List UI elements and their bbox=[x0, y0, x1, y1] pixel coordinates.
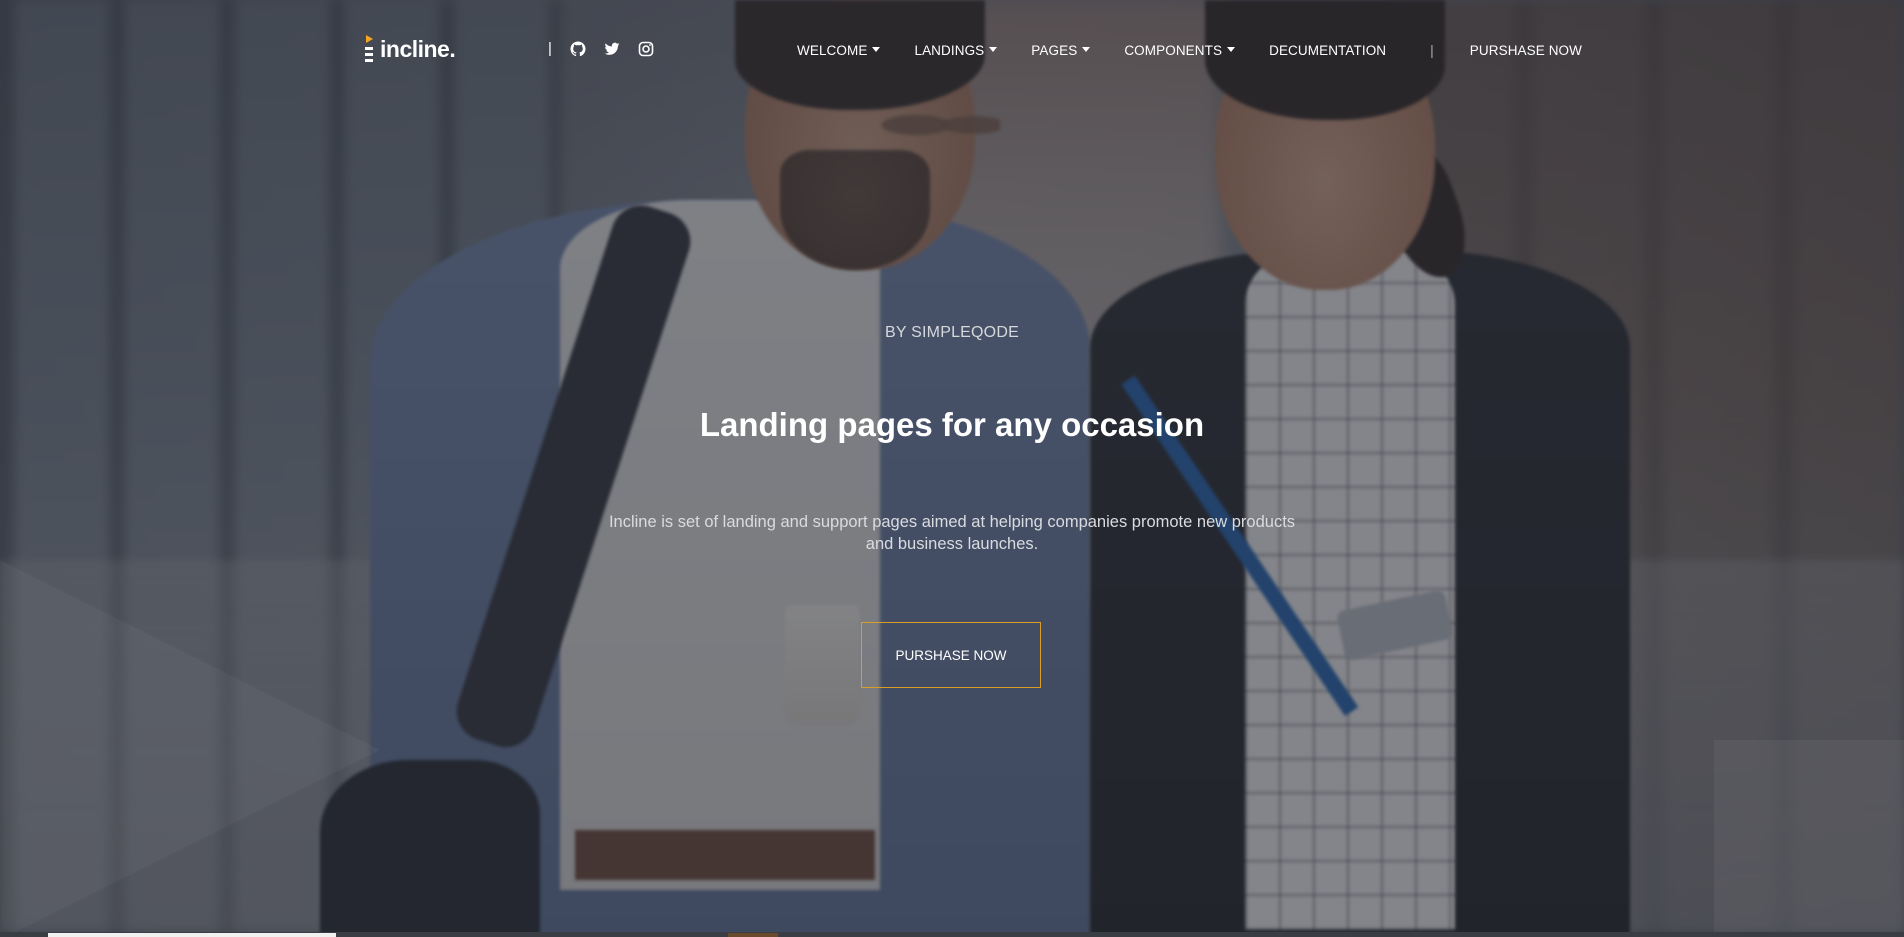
nav-item-documentation[interactable]: DECUMENTATION bbox=[1269, 43, 1386, 58]
caret-down-icon bbox=[1082, 46, 1091, 52]
decorative-triangle-left bbox=[0, 560, 380, 932]
nav-item-landings[interactable]: LANDINGS bbox=[914, 42, 998, 58]
incline-logo-icon bbox=[364, 35, 376, 63]
next-section-white-block bbox=[48, 933, 336, 937]
nav-item-label: DECUMENTATION bbox=[1269, 42, 1387, 58]
hero-kicker: BY SIMPLEQODE bbox=[885, 324, 1019, 341]
nav-item-label: WELCOME bbox=[797, 42, 868, 58]
caret-down-icon bbox=[1227, 46, 1236, 52]
nav-purchase-button[interactable]: PURSHASE NOW bbox=[1470, 43, 1582, 58]
github-icon[interactable] bbox=[570, 40, 586, 57]
main-menu: WELCOME LANDINGS PAGES COMPONENTS DECUME… bbox=[797, 42, 1582, 58]
brand-logo[interactable]: incline. bbox=[364, 35, 456, 63]
nav-item-label: PAGES bbox=[1031, 42, 1078, 58]
hero-section: incline. | WELCOME LANDINGS PAGES COMPON… bbox=[0, 0, 1904, 932]
hero-purchase-button[interactable]: PURSHASE NOW bbox=[861, 622, 1041, 688]
navbar: incline. | WELCOME LANDINGS PAGES COMPON… bbox=[0, 0, 1904, 100]
nav-item-pages[interactable]: PAGES bbox=[1031, 42, 1091, 58]
brand-name: incline. bbox=[380, 35, 456, 62]
menu-separator: | bbox=[1430, 42, 1434, 58]
social-separator: | bbox=[548, 40, 552, 57]
hero-title: Landing pages for any occasion bbox=[699, 406, 1205, 443]
instagram-icon[interactable] bbox=[638, 41, 654, 57]
nav-item-welcome[interactable]: WELCOME bbox=[797, 42, 881, 58]
next-section-accent-block bbox=[728, 933, 778, 937]
caret-down-icon bbox=[989, 46, 998, 52]
nav-item-label: COMPONENTS bbox=[1124, 42, 1223, 58]
decorative-shape-right bbox=[1714, 740, 1904, 932]
social-links: | bbox=[548, 40, 654, 57]
nav-item-components[interactable]: COMPONENTS bbox=[1124, 42, 1236, 58]
twitter-icon[interactable] bbox=[604, 41, 620, 57]
caret-down-icon bbox=[872, 46, 881, 52]
hero-lead: Incline is set of landing and support pa… bbox=[608, 513, 1296, 553]
nav-item-label: LANDINGS bbox=[914, 42, 985, 58]
